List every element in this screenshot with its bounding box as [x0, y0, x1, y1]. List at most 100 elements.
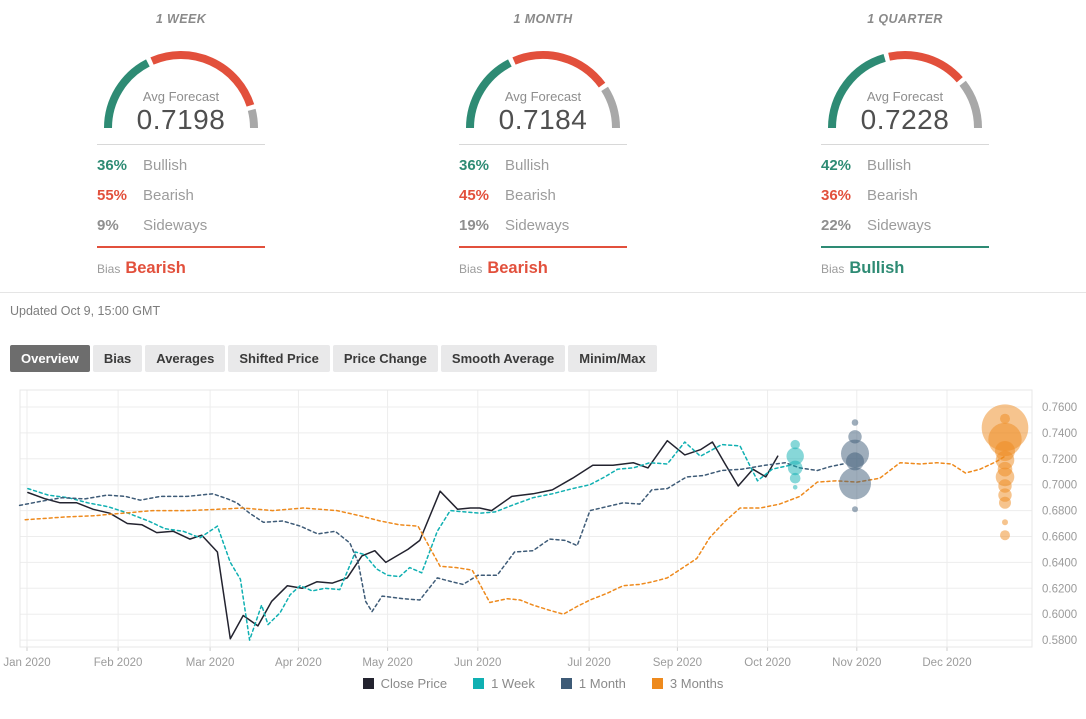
bubble-cluster-1-week-forecasts	[786, 439, 804, 490]
x-axis-label: May 2020	[362, 657, 413, 669]
tab-price-change[interactable]: Price Change	[332, 345, 438, 372]
forecast-bubble	[852, 506, 858, 513]
forecast-bubble	[1002, 519, 1008, 526]
stat-row-bullish: 36% Bullish	[459, 150, 627, 180]
stat-row-bearish: 45% Bearish	[459, 180, 627, 210]
avg-forecast-value: 0.7184	[498, 104, 588, 135]
tab-averages[interactable]: Averages	[145, 345, 226, 372]
stat-row-sideways: 9% Sideways	[97, 210, 265, 240]
y-axis-label: 0.7000	[1042, 480, 1077, 492]
legend-item-3-months: 3 Months	[651, 676, 724, 691]
stat-label: Bearish	[143, 186, 194, 204]
chart-legend: Close Price 1 Week 1 Month 3 Months	[0, 676, 1086, 691]
legend-item-1-week: 1 Week	[473, 676, 535, 691]
avg-forecast: Avg Forecast 0.7198	[96, 89, 266, 136]
x-axis-label: Oct 2020	[744, 657, 791, 669]
bias-row: Bias Bullish	[821, 259, 989, 278]
gauge-1-month: Avg Forecast 0.7184	[458, 34, 628, 135]
stat-row-bullish: 42% Bullish	[821, 150, 989, 180]
stat-label: Sideways	[143, 216, 208, 234]
x-axis-label: Jan 2020	[3, 657, 50, 669]
gauge-segment-bearish	[888, 51, 963, 83]
bias-value: Bearish	[487, 259, 548, 277]
stat-row-sideways: 22% Sideways	[821, 210, 989, 240]
x-axis-label: Sep 2020	[653, 657, 702, 669]
forecast-bubble	[1000, 530, 1010, 541]
gauge-1-quarter: Avg Forecast 0.7228	[820, 34, 990, 135]
avg-forecast: Avg Forecast 0.7228	[820, 89, 990, 136]
y-axis-label: 0.7200	[1042, 454, 1077, 466]
legend-item-close-price: Close Price	[362, 676, 448, 691]
sentiment-stats: 42% Bullish 36% Bearish 22% Sideways	[821, 144, 989, 248]
tab-shifted-price[interactable]: Shifted Price	[228, 345, 330, 372]
avg-forecast-value: 0.7228	[860, 104, 950, 135]
avg-forecast-label: Avg Forecast	[142, 89, 220, 104]
stat-percent: 36%	[821, 186, 852, 204]
stat-percent: 36%	[97, 156, 128, 174]
forecast-bubble	[839, 467, 871, 500]
avg-forecast-value: 0.7198	[136, 104, 226, 135]
legend-label: 1 Week	[491, 676, 535, 691]
x-axis-label: Nov 2020	[832, 657, 881, 669]
tab-overview[interactable]: Overview	[10, 345, 90, 372]
forecast-panel-1-quarter: 1 QUARTER Avg Forecast 0.7228 42% Bullish…	[724, 12, 1086, 278]
x-axis-label: Apr 2020	[275, 657, 322, 669]
y-axis-label: 0.6800	[1042, 506, 1077, 518]
legend-swatch	[651, 678, 663, 689]
avg-forecast: Avg Forecast 0.7184	[458, 89, 628, 136]
y-axis-label: 0.7400	[1042, 428, 1077, 440]
legend-swatch	[362, 678, 374, 689]
series-close-price	[27, 439, 779, 640]
stat-percent: 42%	[821, 156, 852, 174]
avg-forecast-label: Avg Forecast	[866, 89, 944, 104]
stat-row-bullish: 36% Bullish	[97, 150, 265, 180]
bubble-cluster-3-months-forecasts	[981, 404, 1029, 541]
stat-label: Sideways	[505, 216, 570, 234]
stat-label: Sideways	[867, 216, 932, 234]
gauge-1-week: Avg Forecast 0.7198	[96, 34, 266, 135]
bias-row: Bias Bearish	[97, 259, 265, 278]
y-axis-label: 0.6400	[1042, 557, 1077, 569]
tab-smooth-average[interactable]: Smooth Average	[440, 345, 566, 372]
legend-label: 3 Months	[669, 676, 724, 691]
sentiment-stats: 36% Bullish 55% Bearish 9% Sideways	[97, 144, 265, 248]
stat-label: Bearish	[867, 186, 918, 204]
stat-label: Bearish	[505, 186, 556, 204]
stat-percent: 22%	[821, 216, 852, 234]
plot-border	[19, 389, 1033, 648]
bias-value: Bearish	[125, 259, 186, 277]
y-axis-label: 0.6600	[1042, 532, 1077, 544]
forecast-chart: 0.7600 0.7400 0.7200 0.7000 0.6800 0.6600 0.64…	[3, 389, 1077, 669]
stat-row-bearish: 55% Bearish	[97, 180, 265, 210]
panel-title: 1 MONTH	[513, 12, 573, 26]
forecast-panels: 1 WEEK Avg Forecast 0.7198 36% Bullish 55%…	[0, 0, 1086, 278]
y-axis-label: 0.7600	[1042, 402, 1077, 414]
legend-swatch	[473, 678, 485, 689]
stat-percent: 55%	[97, 186, 128, 204]
stat-row-bearish: 36% Bearish	[821, 180, 989, 210]
forecast-bubble	[851, 419, 859, 426]
panel-title: 1 WEEK	[155, 12, 207, 26]
series-1-week	[27, 441, 791, 641]
y-axis-label: 0.6000	[1042, 609, 1077, 621]
tab-bias[interactable]: Bias	[92, 345, 143, 372]
stat-percent: 9%	[97, 216, 119, 234]
legend-label: Close Price	[380, 676, 448, 691]
forecast-panel-1-month: 1 MONTH Avg Forecast 0.7184 36% Bullish 45…	[362, 12, 724, 278]
gauge-segment-bearish	[512, 51, 606, 88]
bias-label: Bias	[97, 262, 121, 276]
bias-row: Bias Bearish	[459, 259, 627, 278]
chart-view-tabs: Overview Bias Averages Shifted Price Price C…	[10, 345, 1086, 372]
legend-swatch	[560, 678, 572, 689]
forecast-bubble	[792, 485, 798, 490]
sentiment-stats: 36% Bullish 45% Bearish 19% Sideways	[459, 144, 627, 248]
stat-row-sideways: 19% Sideways	[459, 210, 627, 240]
stat-percent: 36%	[459, 156, 490, 174]
stat-label: Bullish	[143, 156, 188, 174]
forecast-bubble	[789, 472, 801, 484]
tab-minim-max[interactable]: Minim/Max	[568, 345, 657, 372]
y-axis-label: 0.5800	[1042, 635, 1077, 647]
bias-label: Bias	[821, 262, 845, 276]
forecast-bubble	[999, 496, 1011, 509]
stat-percent: 19%	[459, 216, 490, 234]
